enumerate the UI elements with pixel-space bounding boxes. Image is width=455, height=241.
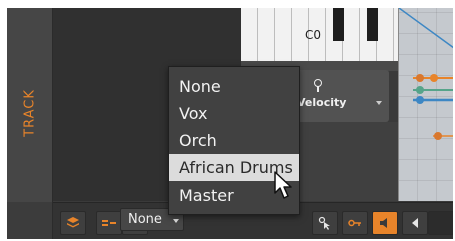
layers-icon [67,217,79,228]
octave-label: C0 [305,28,322,42]
speaker-button[interactable] [372,211,398,235]
chevron-down-icon [376,101,382,105]
velocity-label: Velocity [297,96,347,109]
velocity-control[interactable]: Velocity [287,70,389,122]
routing-select-value: None [128,212,162,227]
split-view-icon [102,220,116,226]
automation-point[interactable] [416,74,424,82]
modulation-pin-stem [317,86,319,92]
mouse-cursor-icon [274,171,292,199]
key-button[interactable] [342,211,368,235]
arrow-left-icon [412,218,418,228]
track-strip-footer [7,202,52,239]
automation-point[interactable] [434,132,442,140]
automation-grid[interactable] [398,8,453,201]
automation-point[interactable] [416,86,424,94]
split-view-button[interactable] [96,211,122,235]
automation-lines [399,8,453,137]
piano-black-key [333,8,344,41]
menu-item-vox[interactable]: Vox [169,100,299,127]
scrollbar-track[interactable] [428,211,453,235]
menu-item-none[interactable]: None [169,73,299,100]
piano-keyboard[interactable]: C0 [241,8,398,61]
scroll-left-button[interactable] [402,211,428,235]
track-panel-label: TRACK [22,89,38,137]
menu-item-orch[interactable]: Orch [169,127,299,154]
automation-point[interactable] [416,96,424,104]
key-icon [348,219,361,227]
speaker-icon [380,218,387,228]
pointer-tool-icon [318,216,330,230]
pointer-tool-button[interactable] [312,211,338,235]
app-window: TRACK C0 Velocity None None Vox Orch Afr… [7,8,453,239]
layers-button[interactable] [60,211,86,235]
piano-black-key [367,8,378,41]
automation-point[interactable] [430,74,438,82]
chevron-down-icon [173,219,179,223]
